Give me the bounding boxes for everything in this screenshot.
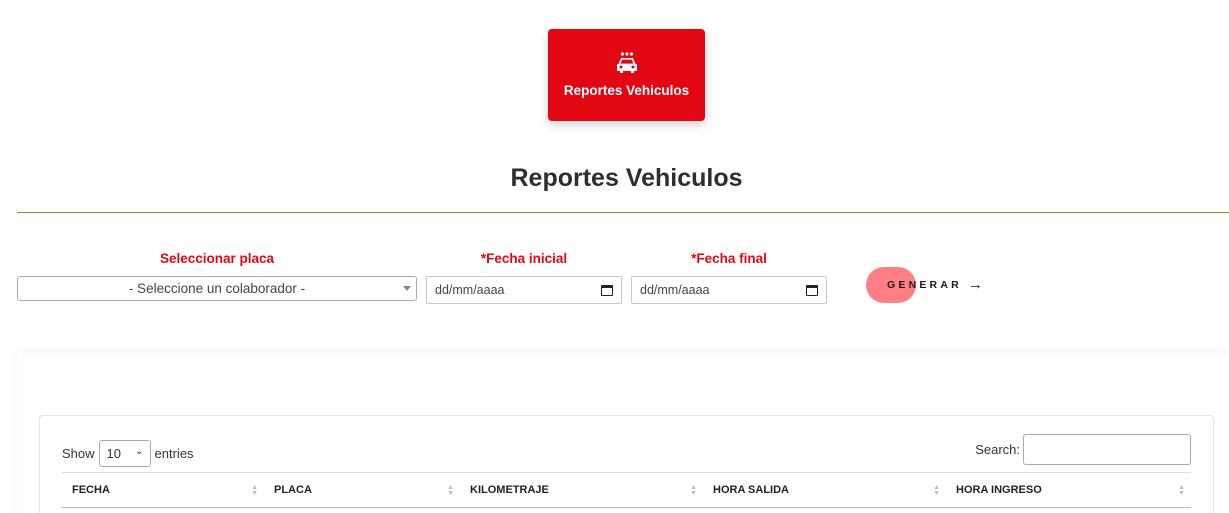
fecha-inicial-label: *Fecha inicial bbox=[480, 251, 568, 266]
column-header-kilometraje[interactable]: KILOMETRAJE ▲ ▼ bbox=[460, 473, 703, 507]
fecha-final-value: dd/mm/aaaa bbox=[640, 283, 710, 297]
arrow-right-icon: → bbox=[967, 276, 983, 293]
column-header-placa[interactable]: PLACA ▲ ▼ bbox=[264, 473, 460, 507]
entries-length-control: Show 10 ⌄ entries bbox=[62, 440, 194, 467]
table-search: Search: bbox=[975, 434, 1191, 465]
column-header-label: HORA INGRESO bbox=[956, 484, 1042, 496]
card-label: Reportes Vehiculos bbox=[563, 82, 690, 98]
column-header-label: PLACA bbox=[274, 484, 312, 496]
sort-icon: ▲ ▼ bbox=[447, 484, 454, 497]
column-header-hora-ingreso[interactable]: HORA INGRESO ▲ ▼ bbox=[946, 473, 1191, 507]
fecha-inicial-value: dd/mm/aaaa bbox=[435, 283, 505, 297]
dropdown-arrow-icon bbox=[403, 286, 411, 291]
show-label: Show bbox=[62, 446, 95, 461]
entries-select-value: 10 bbox=[106, 446, 121, 461]
placa-select-value: - Seleccione un colaborador - bbox=[128, 281, 306, 296]
entries-select[interactable]: 10 ⌄ bbox=[98, 440, 151, 467]
generate-button-label: GENERAR bbox=[887, 279, 962, 291]
placa-select[interactable]: - Seleccione un colaborador - bbox=[17, 276, 417, 301]
title-divider bbox=[17, 212, 1229, 213]
fecha-inicial-input[interactable]: dd/mm/aaaa bbox=[426, 276, 622, 304]
sort-icon: ▲ ▼ bbox=[690, 484, 697, 497]
calendar-icon[interactable] bbox=[601, 285, 613, 296]
calendar-icon[interactable] bbox=[806, 285, 818, 296]
page-title: Reportes Vehiculos bbox=[510, 164, 743, 192]
generate-button[interactable]: GENERAR → bbox=[887, 276, 983, 293]
fecha-final-label: *Fecha final bbox=[691, 251, 767, 266]
column-header-label: HORA SALIDA bbox=[713, 484, 789, 496]
sort-icon: ▲ ▼ bbox=[251, 484, 258, 497]
entries-label: entries bbox=[154, 446, 194, 461]
placa-label: Seleccionar placa bbox=[159, 251, 275, 266]
fecha-final-input[interactable]: dd/mm/aaaa bbox=[631, 276, 827, 304]
sort-icon: ▲ ▼ bbox=[933, 484, 940, 497]
column-header-fecha[interactable]: FECHA ▲ ▼ bbox=[62, 473, 264, 507]
car-icon bbox=[616, 51, 637, 73]
search-input[interactable] bbox=[1023, 434, 1191, 465]
column-header-label: KILOMETRAJE bbox=[470, 484, 549, 496]
column-header-hora-salida[interactable]: HORA SALIDA ▲ ▼ bbox=[703, 473, 946, 507]
table-header: FECHA ▲ ▼ PLACA ▲ ▼ KILOMETRAJE ▲ ▼ HORA SA… bbox=[62, 472, 1191, 508]
column-header-label: FECHA bbox=[72, 484, 110, 496]
reportes-vehiculos-card[interactable]: Reportes Vehiculos bbox=[548, 29, 705, 121]
sort-icon: ▲ ▼ bbox=[1178, 484, 1185, 497]
chevron-down-icon: ⌄ bbox=[135, 446, 144, 457]
search-label: Search: bbox=[975, 442, 1020, 457]
